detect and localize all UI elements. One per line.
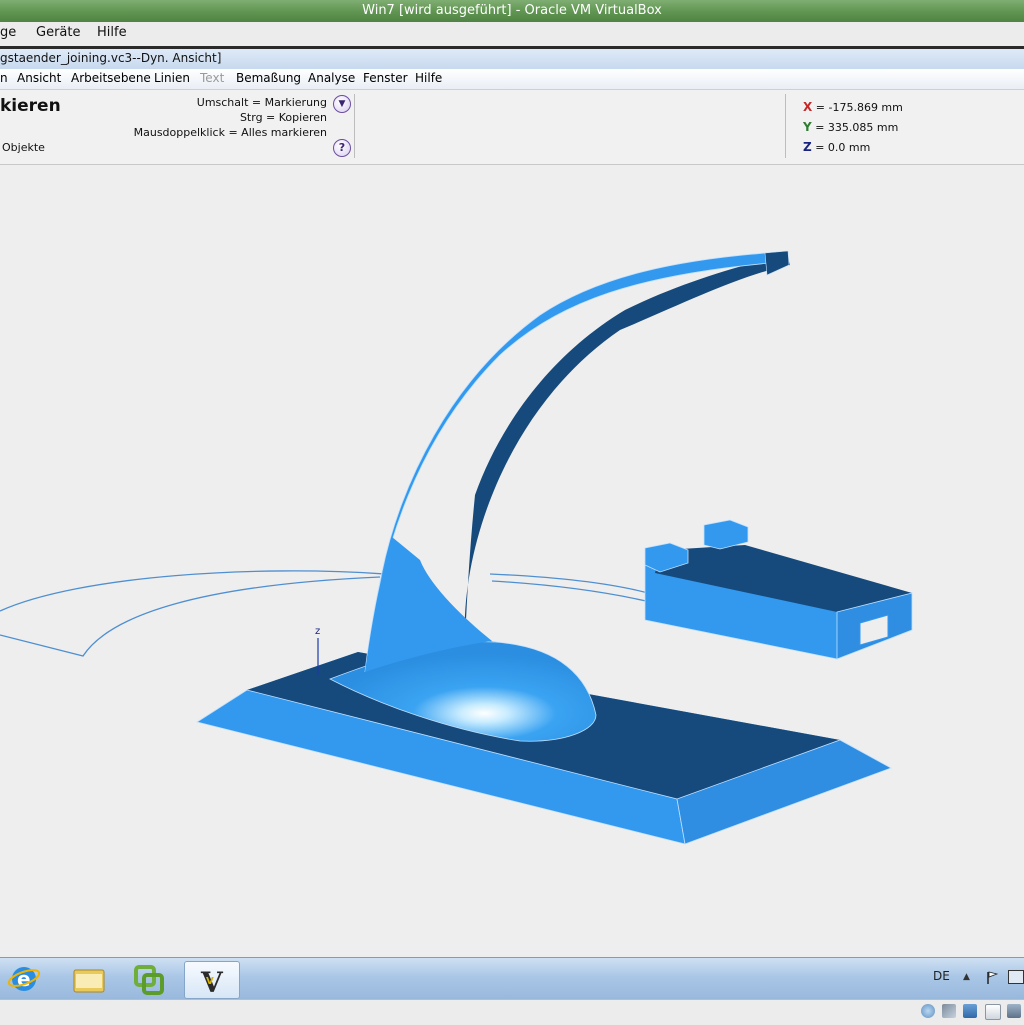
taskbar-ie-button[interactable]: e (0, 961, 54, 997)
help-button[interactable]: ? (333, 139, 351, 157)
z-axis-label: z (315, 626, 320, 637)
vbox-window-title: Win7 [wird ausgeführt] - Oracle VM Virtu… (0, 0, 1024, 22)
coord-y: Y = 335.085 mm (803, 120, 898, 134)
vbox-menu-maschine[interactable]: ge (0, 25, 16, 40)
hint-shift: Umschalt = Markierung (196, 96, 327, 109)
app-title-text: gstaender_joining.vc3--Dyn. Ansicht] (0, 51, 222, 65)
menu-partial[interactable]: n (0, 71, 8, 85)
tool-status: Objekte (2, 141, 45, 154)
app-menubar: n Ansicht Arbeitsebene Linien Text Bemaß… (0, 69, 1024, 90)
vbox-optical-icon[interactable] (942, 1004, 956, 1018)
panel-divider-1 (354, 94, 355, 158)
internet-explorer-icon: e (7, 967, 41, 991)
vbox-disk-icon[interactable] (921, 1004, 935, 1018)
menu-fenster[interactable]: Fenster (363, 71, 408, 85)
dropdown-button[interactable]: ▼ (333, 95, 351, 113)
menu-hilfe[interactable]: Hilfe (415, 71, 442, 85)
panel-divider-2 (785, 94, 786, 158)
coord-x-value: = -175.869 mm (815, 101, 903, 114)
menu-arbeitsebene[interactable]: Arbeitsebene (71, 71, 151, 85)
vbox-statusbar (0, 999, 1024, 1025)
menu-ansicht[interactable]: Ansicht (17, 71, 61, 85)
coord-z-value: = 0.0 mm (815, 141, 871, 154)
svg-text:V: V (206, 976, 214, 987)
coord-z-label: Z (803, 140, 812, 154)
vectorworks-icon: V V (200, 966, 224, 999)
coord-y-value: = 335.085 mm (815, 121, 899, 134)
vbox-shared-folder-icon[interactable] (1007, 1004, 1021, 1018)
network-icon[interactable] (1008, 970, 1024, 984)
vbox-menu-hilfe[interactable]: Hilfe (97, 25, 127, 40)
vbox-menubar: ge Geräte Hilfe (0, 22, 1024, 47)
vbox-menu-geraete[interactable]: Geräte (36, 25, 80, 40)
coord-y-label: Y (803, 120, 812, 134)
vbox-usb-icon[interactable] (985, 1004, 1001, 1020)
coord-x-label: X (803, 100, 813, 114)
menu-text[interactable]: Text (200, 71, 224, 85)
taskbar-vectorworks-button[interactable]: V V (184, 961, 240, 999)
drawing-viewport[interactable]: z (0, 165, 1024, 957)
vbox-network-icon[interactable] (963, 1004, 977, 1018)
coord-z: Z = 0.0 mm (803, 140, 870, 154)
tray-expand-icon[interactable]: ▲ (963, 972, 970, 982)
tray-language[interactable]: DE (933, 969, 950, 983)
hint-doubleclick: Mausdoppelklick = Alles markieren (133, 126, 327, 139)
3d-model-view: z (0, 250, 913, 845)
menu-linien[interactable]: Linien (154, 71, 190, 85)
tool-info-panel: kieren Objekte Umschalt = Markierung Str… (0, 90, 1024, 165)
hint-ctrl: Strg = Kopieren (239, 111, 327, 124)
vmware-icon (134, 965, 164, 995)
menu-bemassung[interactable]: Bemaßung (236, 71, 301, 85)
explorer-folder-icon (73, 969, 105, 993)
tool-heading: kieren (0, 96, 61, 116)
taskbar-vmware-button[interactable] (122, 961, 176, 997)
arc-guide-lines (0, 570, 649, 657)
app-window-title: gstaender_joining.vc3--Dyn. Ansicht] (0, 49, 1024, 70)
coord-x: X = -175.869 mm (803, 100, 903, 114)
menu-analyse[interactable]: Analyse (308, 71, 355, 85)
windows-taskbar: e V V DE ▲ (0, 957, 1024, 1000)
action-center-flag-icon[interactable] (986, 970, 999, 984)
clamp-block (644, 519, 913, 660)
taskbar-explorer-button[interactable] (61, 961, 115, 997)
